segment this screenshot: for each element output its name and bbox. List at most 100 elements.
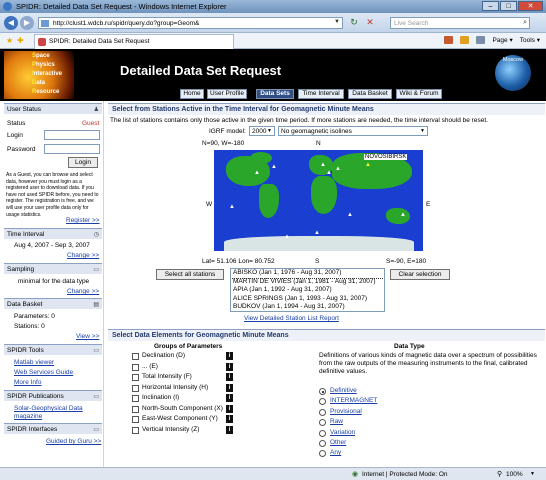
view-basket-link[interactable]: View >> xyxy=(76,333,99,340)
nav-wiki-forum[interactable]: Wiki & Forum xyxy=(396,89,442,99)
datatype-radio[interactable] xyxy=(319,388,326,395)
security-zone[interactable]: Internet | Protected Mode: On xyxy=(362,471,448,478)
status-badge: Guest xyxy=(82,120,100,127)
datatype-radio[interactable] xyxy=(319,419,326,427)
home-icon[interactable] xyxy=(444,36,454,44)
chevron-down-icon[interactable]: ▼ xyxy=(334,19,340,25)
nav-data-basket[interactable]: Data Basket xyxy=(348,89,392,99)
map-station-label: NOVOSIBIRSK xyxy=(364,154,408,160)
clear-selection-button[interactable]: Clear selection xyxy=(390,269,450,280)
window-titlebar: SPIDR: Detailed Data Set Request - Windo… xyxy=(0,0,546,13)
parameter-label: North-South Component (X) xyxy=(142,404,223,412)
list-item[interactable]: ALICE SPRINGS (Jan 1, 1993 - Aug 31, 200… xyxy=(231,295,384,304)
login-button[interactable]: Login xyxy=(68,157,98,168)
feeds-icon[interactable] xyxy=(460,36,470,44)
spidr-publications-header: SPIDR Publications ▭ xyxy=(4,390,102,401)
command-bar: Page ▾ Tools ▾ xyxy=(444,36,540,44)
info-icon[interactable]: i xyxy=(226,394,233,402)
station-listbox[interactable]: ABISKO (Jan 1, 1976 - Aug 31, 2007) MART… xyxy=(230,268,385,312)
list-item[interactable]: APIA (Jan 1, 1992 - Aug 31, 2007) xyxy=(231,286,384,295)
datatype-link[interactable]: Any xyxy=(330,449,341,456)
print-icon[interactable] xyxy=(476,36,486,44)
password-input[interactable] xyxy=(44,144,100,154)
info-icon[interactable]: i xyxy=(226,425,233,434)
parameter-checkbox[interactable] xyxy=(132,374,139,381)
list-item[interactable]: MARTIN DE VIVIES (Jan 1, 1981 - Aug 31, … xyxy=(231,278,384,287)
datatype-radio[interactable] xyxy=(319,429,326,437)
publications-icon: ▭ xyxy=(93,394,99,400)
datatype-radio[interactable] xyxy=(319,408,326,416)
parameter-checkbox[interactable] xyxy=(132,384,139,392)
more-info-link[interactable]: More Info xyxy=(14,379,41,386)
datatype-radio[interactable] xyxy=(319,398,326,406)
info-icon[interactable]: i xyxy=(226,383,233,392)
station-report-link[interactable]: View Detailed Station List Report xyxy=(244,315,339,322)
tools-menu[interactable]: Tools ▾ xyxy=(520,36,540,44)
chevron-down-icon: ▼ xyxy=(267,128,272,134)
nav-time-interval[interactable]: Time Interval xyxy=(298,89,344,99)
list-item[interactable]: ABISKO (Jan 1, 1976 - Aug 31, 2007) xyxy=(231,269,384,279)
browser-tab[interactable]: SPIDR: Detailed Data Set Request xyxy=(34,34,234,49)
web-services-guide-link[interactable]: Web Services Guide xyxy=(14,369,73,376)
info-icon[interactable]: i xyxy=(226,415,233,423)
datatype-radio[interactable] xyxy=(319,450,326,458)
change-time-link[interactable]: Change >> xyxy=(67,252,99,259)
parameter-checkbox[interactable] xyxy=(132,426,139,434)
close-window-button[interactable]: ✕ xyxy=(518,1,543,11)
globe-zone-icon: ◉ xyxy=(352,471,359,478)
parameter-checkbox[interactable] xyxy=(132,416,139,423)
login-input[interactable] xyxy=(44,130,100,140)
info-icon[interactable]: i xyxy=(226,404,233,413)
refresh-icon[interactable]: ↻ xyxy=(348,17,360,29)
datatype-link[interactable]: INTERMAGNET xyxy=(330,397,377,404)
sampling-icon: ▭ xyxy=(93,267,99,273)
favorites-star-icon[interactable]: ★ xyxy=(6,36,13,45)
sampling-header: Sampling ▭ xyxy=(4,263,102,274)
select-all-stations-button[interactable]: Select all stations xyxy=(156,269,224,280)
datatype-link[interactable]: Raw xyxy=(330,418,343,425)
search-input[interactable]: Live Search ⌕ xyxy=(390,17,530,29)
info-icon[interactable]: i xyxy=(226,373,233,381)
info-icon[interactable]: i xyxy=(226,352,233,360)
datatype-link[interactable]: Provisional xyxy=(330,408,362,415)
world-station-map[interactable]: NOVOSIBIRSK ▲ ▲ ▲ ▲ ▲ ▲ ▲ ▲ ▲ ▲ ▲ xyxy=(214,150,423,251)
forward-button[interactable]: ▶ xyxy=(20,16,34,30)
add-favorites-icon[interactable]: ✚ xyxy=(17,36,24,45)
list-item[interactable]: BUDKOV (Jan 1, 1994 - Aug 31, 2007) xyxy=(231,303,384,311)
parameter-checkbox[interactable] xyxy=(132,363,139,371)
parameter-checkbox[interactable] xyxy=(132,395,139,402)
sgd-magazine-link[interactable]: Solar-Geophysical Data magazine xyxy=(14,405,94,421)
chevron-down-icon[interactable]: ▼ xyxy=(530,471,535,477)
datatype-radio[interactable] xyxy=(319,440,326,447)
user-icon: ♟ xyxy=(93,107,99,113)
parameter-checkbox[interactable] xyxy=(132,353,139,360)
register-link[interactable]: Register >> xyxy=(66,217,100,224)
back-button[interactable]: ◀ xyxy=(4,16,18,30)
maximize-button[interactable]: □ xyxy=(500,1,517,11)
time-interval-header: Time Interval ◷ xyxy=(4,228,102,239)
guided-by-guru-link[interactable]: Guided by Guru >> xyxy=(46,438,101,445)
datatype-link[interactable]: Variation xyxy=(330,429,355,436)
basket-icon: ▤ xyxy=(93,302,99,308)
datatype-link[interactable]: Definitive xyxy=(330,387,357,394)
address-input[interactable]: http://clust1.wdcb.ru/spidr/query.do?gro… xyxy=(38,17,343,29)
info-icon[interactable]: i xyxy=(226,362,233,371)
datatype-link[interactable]: Other xyxy=(330,439,346,446)
nav-user-profile[interactable]: User Profile xyxy=(207,89,247,99)
zoom-level[interactable]: 100% xyxy=(506,471,523,478)
minimize-button[interactable]: – xyxy=(482,1,499,11)
parameter-label: Horizontal Intensity (H) xyxy=(142,383,209,391)
search-icon[interactable]: ⌕ xyxy=(523,19,527,27)
clock-icon: ◷ xyxy=(93,232,99,238)
isolines-select[interactable]: No geomagnetic isolines ▼ xyxy=(278,126,428,136)
stop-icon[interactable]: ✕ xyxy=(364,17,376,29)
data-basket-header: Data Basket ▤ xyxy=(4,298,102,309)
page-menu[interactable]: Page ▾ xyxy=(492,36,512,44)
parameter-checkbox[interactable] xyxy=(132,405,139,413)
nav-home[interactable]: Home xyxy=(180,89,204,99)
nav-data-sets[interactable]: Data Sets xyxy=(256,89,294,99)
igrf-model-select[interactable]: 2000 ▼ xyxy=(249,126,275,136)
matlab-viewer-link[interactable]: Matlab viewer xyxy=(14,359,54,366)
status-bar: ◉ Internet | Protected Mode: On ⚲ 100% ▼ xyxy=(0,467,546,480)
change-sampling-link[interactable]: Change >> xyxy=(67,288,99,295)
